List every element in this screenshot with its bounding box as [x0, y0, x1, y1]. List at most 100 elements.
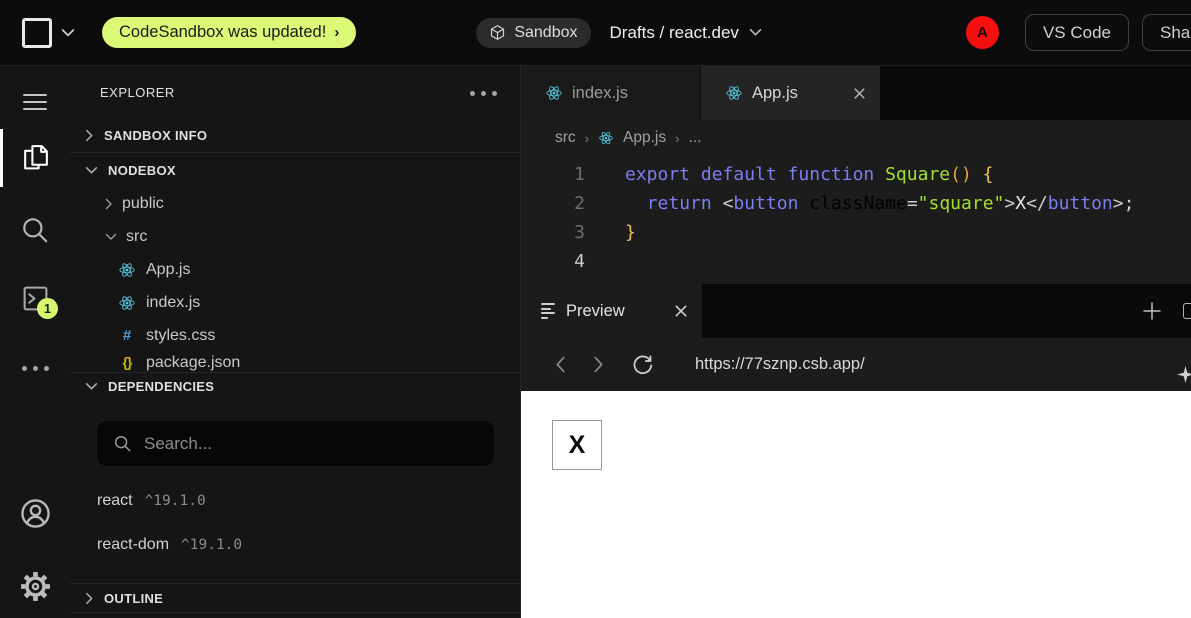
section-sandbox-info[interactable]: SANDBOX INFO	[70, 118, 520, 152]
account-icon[interactable]	[0, 497, 70, 530]
banner-chevron-right-icon: ›	[334, 24, 339, 41]
more-actions-icon[interactable]	[0, 366, 70, 371]
dependency-search[interactable]	[97, 421, 494, 466]
line-number: 2	[521, 189, 585, 218]
square-button[interactable]: X	[552, 420, 602, 470]
close-tab-icon[interactable]	[853, 87, 866, 100]
workspace-chevron-down-icon[interactable]	[61, 28, 75, 38]
folder-label: public	[122, 195, 164, 213]
search-icon	[113, 434, 132, 453]
react-file-icon	[118, 294, 136, 312]
folder-label: src	[126, 228, 147, 246]
line-content: }	[625, 218, 636, 247]
breadcrumb-separator: ›	[675, 131, 679, 146]
editor-column: index.js App.js src › App	[521, 66, 1191, 618]
refresh-icon[interactable]	[631, 353, 654, 376]
section-label: OUTLINE	[104, 591, 163, 606]
editor-breadcrumb[interactable]: src › App.js › ...	[521, 120, 1191, 156]
code-editor[interactable]: 1export default function Square() {2 ret…	[521, 156, 1191, 284]
terminal-icon[interactable]	[0, 284, 70, 313]
close-preview-icon[interactable]	[674, 304, 688, 318]
tab-label: index.js	[572, 84, 628, 103]
avatar[interactable]: A	[966, 16, 999, 49]
main-area: 1 EXPLORER SANDBOX INFO	[0, 65, 1191, 618]
chevron-right-icon	[105, 198, 113, 210]
search-icon[interactable]	[0, 215, 70, 245]
tree-file-stylescss[interactable]: # styles.css	[70, 319, 520, 352]
forward-icon[interactable]	[593, 356, 604, 373]
line-content: return <button className="square">X</but…	[625, 189, 1134, 218]
code-lines: 1export default function Square() {2 ret…	[521, 160, 1191, 276]
tab-indexjs[interactable]: index.js	[521, 66, 701, 120]
explorer-sidebar: EXPLORER SANDBOX INFO NODEBOX	[70, 66, 521, 618]
preview-list-icon	[541, 301, 556, 322]
explorer-more-icon[interactable]	[467, 83, 500, 101]
section-nodebox[interactable]: NODEBOX	[70, 153, 520, 187]
chevron-down-icon	[85, 166, 98, 175]
code-line[interactable]: 2 return <button className="square">X</b…	[521, 189, 1191, 218]
editor-tab-bar: index.js App.js	[521, 66, 1191, 120]
tab-label: App.js	[752, 84, 798, 103]
codesandbox-window: CodeSandbox was updated! › Sandbox Draft…	[0, 0, 1191, 618]
tree-folder-public[interactable]: public	[70, 187, 520, 220]
settings-gear-icon[interactable]	[0, 570, 70, 603]
share-button[interactable]: Share	[1142, 14, 1191, 51]
explorer-files-icon[interactable]	[0, 142, 70, 173]
section-label: DEPENDENCIES	[108, 379, 214, 394]
section-outline[interactable]: OUTLINE	[70, 583, 520, 613]
terminal-count-badge: 1	[37, 298, 58, 319]
topbar-right-group: A VS Code Share	[966, 14, 1191, 51]
preview-tab-bar: Preview	[521, 284, 1191, 338]
tree-file-indexjs[interactable]: index.js	[70, 286, 520, 319]
preview-toolbar: https://77sznp.csb.app/	[521, 338, 1191, 391]
update-banner[interactable]: CodeSandbox was updated! ›	[102, 17, 356, 48]
project-chevron-down-icon	[749, 28, 762, 37]
explorer-title: EXPLORER	[100, 85, 175, 100]
tree-file-appjs[interactable]: App.js	[70, 253, 520, 286]
activity-bar: 1	[0, 66, 70, 618]
dependency-row-react[interactable]: react ^19.1.0	[70, 492, 520, 510]
codesandbox-logo-icon[interactable]	[22, 18, 52, 48]
breadcrumb-separator: ›	[585, 131, 589, 146]
react-file-icon	[598, 130, 614, 146]
tab-appjs[interactable]: App.js	[701, 66, 881, 120]
breadcrumb-symbol[interactable]: ...	[688, 129, 701, 147]
file-label: App.js	[146, 261, 190, 279]
project-breadcrumb[interactable]: Drafts / react.dev	[610, 23, 762, 43]
code-line[interactable]: 3}	[521, 218, 1191, 247]
avatar-letter: A	[977, 24, 988, 41]
line-number: 1	[521, 160, 585, 189]
layout-icon[interactable]	[1183, 303, 1191, 319]
code-line[interactable]: 4	[521, 247, 1191, 276]
tree-file-packagejson[interactable]: {} package.json	[70, 352, 520, 372]
explorer-header: EXPLORER	[70, 66, 520, 118]
sandbox-badge[interactable]: Sandbox	[476, 18, 590, 48]
breadcrumb-file[interactable]: App.js	[623, 129, 666, 147]
breadcrumb-src[interactable]: src	[555, 129, 576, 147]
json-file-icon: {}	[118, 354, 136, 370]
preview-tab-label: Preview	[566, 302, 625, 321]
sparkle-icon[interactable]	[1177, 366, 1191, 383]
line-content: export default function Square() {	[625, 160, 994, 189]
dependency-version: ^19.1.0	[181, 537, 242, 553]
vs-code-button[interactable]: VS Code	[1025, 14, 1129, 51]
dependency-search-input[interactable]	[144, 434, 444, 454]
line-number: 3	[521, 218, 585, 247]
add-panel-icon[interactable]	[1141, 300, 1163, 322]
css-file-icon: #	[118, 327, 136, 344]
tree-folder-src[interactable]: src	[70, 220, 520, 253]
dependency-row-react-dom[interactable]: react-dom ^19.1.0	[70, 536, 520, 554]
preview-url[interactable]: https://77sznp.csb.app/	[695, 355, 865, 374]
menu-icon[interactable]	[0, 89, 70, 115]
line-number: 4	[521, 247, 585, 276]
dependency-version: ^19.1.0	[145, 493, 206, 509]
tab-preview[interactable]: Preview	[521, 284, 702, 338]
code-line[interactable]: 1 export default function Square() {	[521, 160, 1191, 189]
back-icon[interactable]	[555, 356, 566, 373]
section-dependencies[interactable]: DEPENDENCIES	[70, 372, 520, 399]
dependency-name: react-dom	[97, 536, 169, 554]
react-file-icon	[545, 84, 563, 102]
section-label: SANDBOX INFO	[104, 128, 207, 143]
top-bar: CodeSandbox was updated! › Sandbox Draft…	[0, 0, 1191, 65]
update-banner-text: CodeSandbox was updated!	[119, 23, 326, 42]
